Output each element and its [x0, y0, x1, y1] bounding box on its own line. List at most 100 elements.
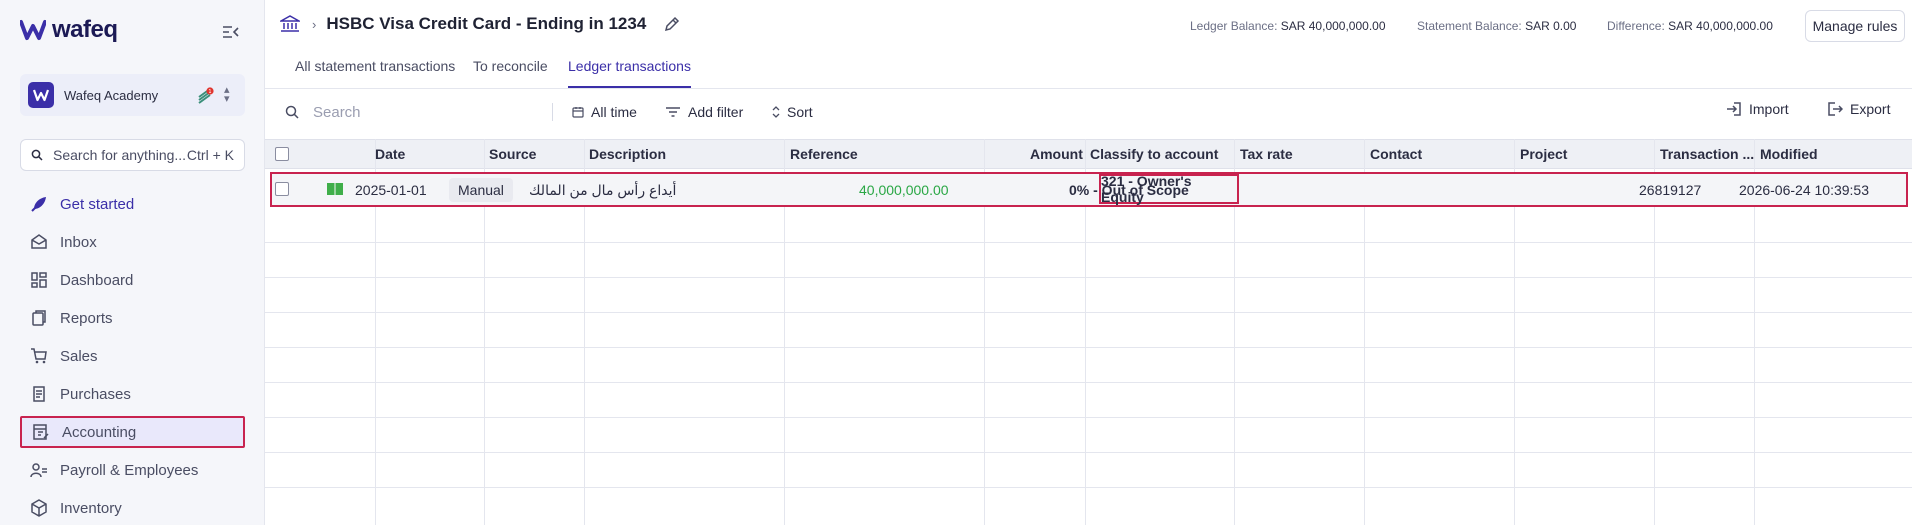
statement-balance: Statement Balance: SAR 0.00: [1417, 19, 1576, 33]
global-search-input[interactable]: Search for anything... Ctrl + K: [20, 139, 245, 171]
tab-to-reconcile[interactable]: To reconcile: [473, 58, 548, 88]
select-all-checkbox[interactable]: [275, 147, 289, 161]
row-divider: [265, 312, 1912, 313]
notification-badge: 1: [208, 89, 211, 95]
export-button[interactable]: Export: [1827, 97, 1890, 121]
manage-rules-button[interactable]: Manage rules: [1805, 10, 1905, 42]
ledger-balance: Ledger Balance: SAR 40,000,000.00: [1190, 19, 1386, 33]
column-header-amount[interactable]: Amount: [1030, 146, 1083, 162]
nav-item-reports[interactable]: Reports: [20, 302, 245, 334]
logo-text: wafeq: [52, 16, 118, 43]
people-icon: [30, 461, 48, 479]
page-title: HSBC Visa Credit Card - Ending in 1234: [326, 14, 647, 33]
row-checkbox[interactable]: [275, 182, 289, 196]
transactions-search-input[interactable]: Search: [285, 100, 540, 124]
calendar-icon: [572, 106, 584, 118]
search-icon: [285, 105, 299, 119]
nav-label: Dashboard: [60, 271, 134, 289]
column-header-project[interactable]: Project: [1520, 146, 1567, 162]
nav-item-inventory[interactable]: Inventory: [20, 492, 245, 524]
row-divider: [265, 347, 1912, 348]
nav-item-payroll[interactable]: Payroll & Employees: [20, 454, 245, 486]
column-header-description[interactable]: Description: [589, 146, 666, 162]
import-button[interactable]: Import: [1726, 97, 1789, 121]
date-cell: 2025-01-01: [355, 182, 427, 198]
export-icon: [1827, 102, 1843, 116]
nav-item-purchases[interactable]: Purchases: [20, 378, 245, 410]
edit-pencil-icon[interactable]: [664, 16, 680, 32]
column-header-reference[interactable]: Reference: [790, 146, 858, 162]
org-logo-icon: [33, 89, 49, 102]
nav-label: Inbox: [60, 233, 97, 251]
description-cell: أيداع رأس مال من المالك: [529, 182, 677, 198]
nav-item-accounting[interactable]: Accounting: [20, 416, 245, 448]
chevron-updown-icon: ▴ ▾: [224, 84, 230, 105]
nav-item-sales[interactable]: Sales: [20, 340, 245, 372]
ledger-balance-label: Ledger Balance:: [1190, 19, 1278, 33]
row-divider: [265, 382, 1912, 383]
box-icon: [30, 499, 48, 517]
nav-label: Sales: [60, 347, 98, 365]
sort-label: Sort: [787, 104, 813, 120]
nav-item-inbox[interactable]: Inbox: [20, 226, 245, 258]
filter-icon: [665, 106, 681, 118]
row-divider: [265, 487, 1912, 488]
statement-balance-value: SAR 0.00: [1525, 19, 1577, 33]
toolbar-divider: [552, 103, 553, 121]
nav-item-dashboard[interactable]: Dashboard: [20, 264, 245, 296]
organization-switcher[interactable]: Wafeq Academy 1 ▴ ▾: [20, 74, 245, 116]
row-divider: [265, 242, 1912, 243]
column-header-contact[interactable]: Contact: [1370, 146, 1422, 162]
collapse-sidebar-icon[interactable]: [222, 24, 240, 40]
notifications-icon[interactable]: 1: [196, 85, 216, 105]
sort-updown-icon: [772, 106, 780, 118]
difference-value: SAR 40,000,000.00: [1668, 19, 1773, 33]
import-icon: [1726, 102, 1742, 116]
ledger-transactions-table: Date Source Description Reference Amount…: [265, 139, 1912, 525]
org-name: Wafeq Academy: [64, 87, 159, 103]
tabs-divider: [265, 88, 1912, 89]
cart-icon: [30, 347, 48, 365]
nav-item-get-started[interactable]: Get started: [20, 188, 245, 220]
add-filter-label: Add filter: [688, 104, 744, 120]
column-header-date[interactable]: Date: [375, 146, 405, 162]
tab-all-statement-transactions[interactable]: All statement transactions: [295, 58, 455, 88]
modified-cell: 2026-06-24 10:39:53: [1739, 182, 1869, 198]
statement-balance-label: Statement Balance:: [1417, 19, 1522, 33]
tab-ledger-transactions[interactable]: Ledger transactions: [568, 58, 691, 88]
column-header-classify[interactable]: Classify to account: [1090, 146, 1218, 162]
logo[interactable]: wafeq: [20, 16, 118, 44]
import-label: Import: [1749, 101, 1789, 117]
row-divider: [265, 277, 1912, 278]
column-header-modified[interactable]: Modified: [1760, 146, 1818, 162]
inbox-icon: [30, 233, 48, 251]
difference: Difference: SAR 40,000,000.00: [1607, 19, 1773, 33]
accounting-icon: [32, 423, 50, 441]
tax-rate-cell[interactable]: 0% - Out of Scope: [1069, 182, 1189, 198]
bank-icon[interactable]: [280, 15, 300, 33]
nav-label: Accounting: [62, 423, 137, 441]
search-shortcut: Ctrl + K: [186, 147, 234, 163]
org-avatar: [28, 82, 54, 108]
table-row[interactable]: 2025-01-01 Manual أيداع رأس مال من المال…: [270, 172, 1908, 207]
column-header-source[interactable]: Source: [489, 146, 536, 162]
column-header-transaction[interactable]: Transaction ...: [1660, 146, 1754, 162]
breadcrumb: › HSBC Visa Credit Card - Ending in 1234: [280, 14, 680, 34]
amount-cell: 40,000,000.00: [859, 182, 949, 198]
nav-label: Inventory: [60, 499, 122, 517]
sort-button[interactable]: Sort: [772, 100, 813, 124]
all-time-label: All time: [591, 104, 637, 120]
add-filter-button[interactable]: Add filter: [665, 100, 743, 124]
row-divider: [265, 417, 1912, 418]
search-placeholder: Search: [313, 103, 361, 121]
wafeq-logo-icon: [20, 20, 46, 40]
row-divider: [265, 452, 1912, 453]
nav-label: Reports: [60, 309, 113, 327]
nav-label: Get started: [60, 195, 135, 213]
search-icon: [31, 149, 43, 161]
column-header-tax-rate[interactable]: Tax rate: [1240, 146, 1293, 162]
all-time-button[interactable]: All time: [572, 100, 637, 124]
search-placeholder: Search for anything...: [53, 147, 187, 163]
nav-label: Purchases: [60, 385, 131, 403]
difference-label: Difference:: [1607, 19, 1665, 33]
